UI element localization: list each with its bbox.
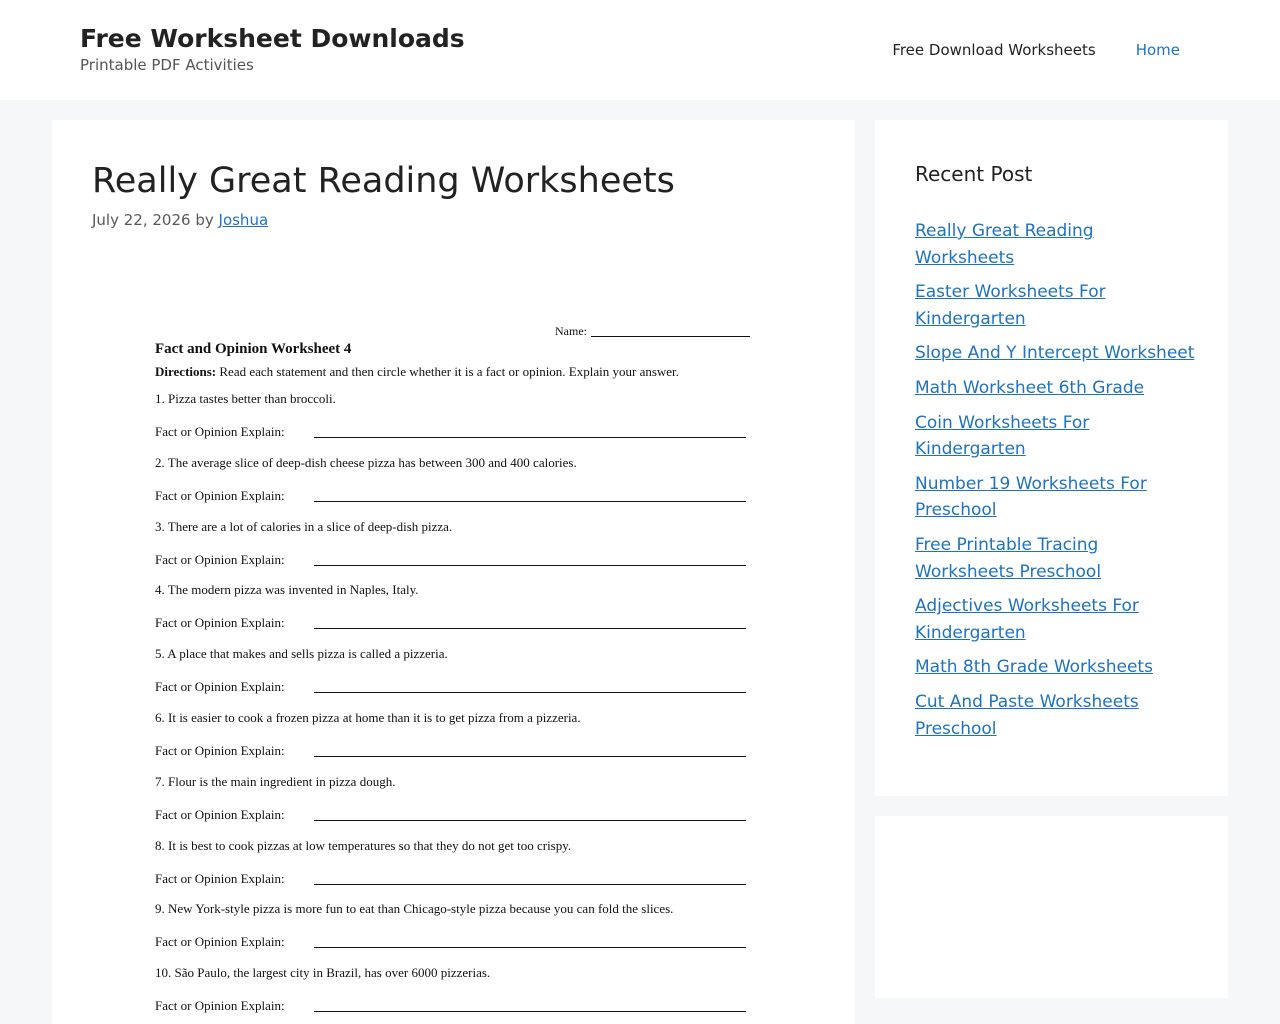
- entry-meta: July 22, 2026 by Joshua: [92, 209, 268, 231]
- recent-post-link[interactable]: Slope And Y Intercept Worksheet: [915, 343, 1194, 363]
- worksheet-answer-line: [314, 437, 746, 438]
- worksheet-answer-line: [314, 500, 746, 502]
- recent-post-link[interactable]: Math Worksheet 6th Grade: [915, 378, 1144, 398]
- list-item: Math Worksheet 6th Grade: [915, 375, 1195, 402]
- list-item: Coin Worksheets For Kindergarten: [915, 410, 1195, 463]
- worksheet-answer-label: Fact or Opinion Explain:: [155, 998, 285, 1014]
- worksheet-question: 2. The average slice of deep-dish cheese…: [155, 454, 577, 470]
- worksheet-question: 6. It is easier to cook a frozen pizza a…: [155, 710, 581, 725]
- worksheet-question: 4. The modern pizza was invented in Napl…: [155, 582, 419, 598]
- recent-posts-widget: Recent Post Really Great Reading Workshe…: [875, 120, 1228, 796]
- worksheet-answer-label: Fact or Opinion Explain:: [155, 743, 285, 758]
- worksheet-question: 1. Pizza tastes better than broccoli.: [155, 391, 336, 406]
- worksheet-directions-label: Directions:: [155, 364, 217, 379]
- worksheet-answer-line: [314, 564, 746, 566]
- worksheet-answer-label: Fact or Opinion Explain:: [155, 551, 285, 567]
- main-content: Really Great Reading Worksheets July 22,…: [52, 120, 855, 1024]
- recent-post-link[interactable]: Number 19 Worksheets For Preschool: [915, 474, 1147, 521]
- recent-post-link[interactable]: Coin Worksheets For Kindergarten: [915, 413, 1089, 460]
- nav-item-home[interactable]: Home: [1136, 39, 1180, 61]
- recent-post-link[interactable]: Free Printable Tracing Worksheets Presch…: [915, 535, 1101, 582]
- list-item: Math 8th Grade Worksheets: [915, 654, 1195, 681]
- recent-post-link[interactable]: Adjectives Worksheets For Kindergarten: [915, 596, 1139, 643]
- worksheet-image[interactable]: Name: Fact and Opinion Worksheet 4 Direc…: [144, 315, 764, 1024]
- worksheet-question: 10. São Paulo, the largest city in Brazi…: [155, 965, 491, 981]
- list-item: Easter Worksheets For Kindergarten: [915, 279, 1195, 332]
- byline-label: by: [195, 211, 214, 229]
- list-item: Adjectives Worksheets For Kindergarten: [915, 593, 1195, 646]
- recent-posts-list: Really Great Reading Worksheets Easter Wo…: [915, 218, 1195, 750]
- worksheet-answer-line: [314, 628, 746, 630]
- worksheet-answer-line: [314, 756, 746, 757]
- worksheet-answer-label: Fact or Opinion Explain:: [155, 806, 285, 822]
- sidebar-ad-widget: [875, 816, 1228, 998]
- worksheet-answer-label: Fact or Opinion Explain:: [155, 934, 285, 950]
- recent-post-link[interactable]: Math 8th Grade Worksheets: [915, 657, 1153, 677]
- widget-title: Recent Post: [915, 162, 1033, 186]
- worksheet-directions: Directions: Read each statement and then…: [155, 363, 679, 381]
- worksheet-name-line: [591, 336, 750, 337]
- recent-post-link[interactable]: Really Great Reading Worksheets: [915, 221, 1094, 268]
- recent-post-link[interactable]: Easter Worksheets For Kindergarten: [915, 282, 1106, 329]
- worksheet-answer-label: Fact or Opinion Explain:: [155, 870, 285, 886]
- worksheet-answer-line: [314, 883, 746, 885]
- site-description: Printable PDF Activities: [80, 56, 254, 74]
- worksheet-question: 7. Flour is the main ingredient in pizza…: [155, 773, 396, 789]
- worksheet-answer-label: Fact or Opinion Explain:: [155, 679, 285, 695]
- list-item: Slope And Y Intercept Worksheet: [915, 340, 1195, 367]
- worksheet-directions-text: Read each statement and then circle whet…: [216, 364, 679, 379]
- author-link[interactable]: Joshua: [219, 211, 269, 229]
- worksheet-answer-line: [314, 819, 746, 821]
- list-item: Cut And Paste Worksheets Preschool: [915, 689, 1195, 742]
- worksheet-title: Fact and Opinion Worksheet 4: [155, 341, 352, 357]
- worksheet-answer-line: [314, 1011, 746, 1013]
- worksheet-answer-label: Fact or Opinion Explain:: [155, 615, 285, 631]
- worksheet-question: 3. There are a lot of calories in a slic…: [155, 518, 453, 534]
- site-title[interactable]: Free Worksheet Downloads: [80, 23, 465, 55]
- worksheet-name-label: Name:: [555, 324, 587, 338]
- list-item: Number 19 Worksheets For Preschool: [915, 471, 1195, 524]
- worksheet-answer-line: [314, 947, 746, 949]
- post-date: July 22, 2026: [92, 211, 191, 229]
- worksheet-question: 9. New York-style pizza is more fun to e…: [155, 901, 674, 917]
- site-header: Free Worksheet Downloads Printable PDF A…: [0, 0, 1280, 100]
- worksheet-answer-label: Fact or Opinion Explain:: [155, 424, 285, 439]
- recent-post-link[interactable]: Cut And Paste Worksheets Preschool: [915, 692, 1139, 739]
- list-item: Free Printable Tracing Worksheets Presch…: [915, 532, 1195, 585]
- main-navigation: Free Download Worksheets Home: [852, 39, 1180, 61]
- worksheet-question: 8. It is best to cook pizzas at low temp…: [155, 837, 572, 853]
- nav-item-free-download-worksheets[interactable]: Free Download Worksheets: [892, 39, 1095, 61]
- worksheet-answer-line: [314, 692, 746, 694]
- worksheet-question: 5. A place that makes and sells pizza is…: [155, 646, 448, 662]
- worksheet-answer-label: Fact or Opinion Explain:: [155, 487, 285, 503]
- list-item: Really Great Reading Worksheets: [915, 218, 1195, 271]
- page-title: Really Great Reading Worksheets: [92, 161, 675, 201]
